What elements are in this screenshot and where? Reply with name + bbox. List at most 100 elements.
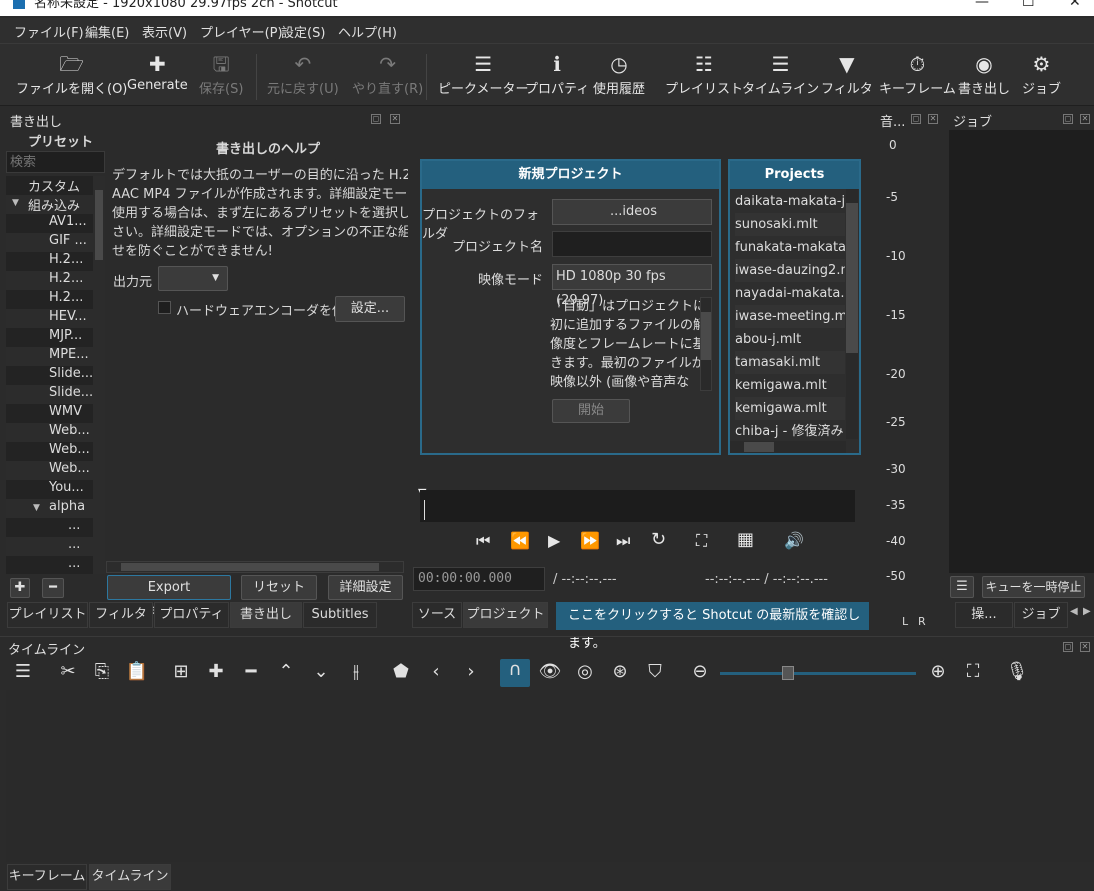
pause-queue-button[interactable]: キューを一時停止 — [982, 576, 1085, 598]
preset-item[interactable]: WMV — [6, 404, 94, 423]
project-item[interactable]: iwase-dauzing2.mlt — [735, 259, 845, 282]
tab-filter[interactable]: フィルタ — [89, 602, 153, 628]
help-hscrollbar[interactable] — [106, 561, 404, 573]
keyframe-button[interactable]: ⏱ キーフレーム — [879, 50, 956, 97]
projects-hscrollbar[interactable] — [730, 441, 846, 453]
maximize-button[interactable]: ☐ — [1022, 0, 1035, 9]
preset-item[interactable]: ... — [6, 537, 94, 556]
tab-actions[interactable]: 操... — [955, 602, 1013, 628]
next-marker-icon[interactable]: › — [458, 661, 484, 682]
export-button-toolbar[interactable]: ◉ 書き出し — [958, 50, 1010, 97]
project-item[interactable]: chiba-j - 修復済み — [735, 420, 845, 443]
split-icon[interactable]: ⫲ — [343, 661, 369, 682]
zoom-slider[interactable] — [720, 672, 916, 675]
output-from-select[interactable]: ▼ — [158, 266, 228, 291]
close-button[interactable]: ✕ — [1069, 0, 1081, 9]
timecode-input[interactable]: 00:00:00.000 — [413, 567, 545, 591]
scrub-icon[interactable]: 👁 — [537, 661, 563, 682]
preset-item[interactable]: Web... — [6, 461, 94, 480]
tab-keyframes[interactable]: キーフレーム — [7, 864, 87, 890]
float-icon[interactable]: ◻ — [371, 114, 381, 124]
zoom-out-icon[interactable]: ⊖ — [687, 661, 713, 682]
preset-item[interactable]: H.2... — [6, 252, 94, 271]
projects-vscrollbar[interactable] — [846, 189, 858, 439]
chevron-down-icon[interactable]: ▼ — [33, 503, 40, 513]
loop-icon[interactable]: ↻ — [651, 529, 666, 550]
jobs-button-toolbar[interactable]: ⚙ ジョブ — [1022, 50, 1061, 97]
rewind-icon[interactable]: ⏪ — [510, 531, 530, 550]
project-item[interactable]: kemigawa.mlt — [735, 374, 845, 397]
float-icon[interactable]: ◻ — [1063, 642, 1073, 652]
tab-jobs[interactable]: ジョブ — [1014, 602, 1068, 628]
zoom-slider-handle[interactable] — [782, 666, 794, 680]
project-item[interactable]: tamasaki.mlt — [735, 351, 845, 374]
menu-file[interactable]: ファイル(F) — [14, 22, 84, 41]
project-item[interactable]: daikata-makata-j.mlt — [735, 190, 845, 213]
project-item[interactable]: sunosaki.mlt — [735, 213, 845, 236]
float-icon[interactable]: ◻ — [911, 114, 921, 124]
encoder-settings-button[interactable]: 設定... — [335, 296, 405, 322]
preset-item[interactable]: H.2... — [6, 271, 94, 290]
preset-item[interactable]: AV1... — [6, 214, 94, 233]
previous-marker-icon[interactable]: ‹ — [423, 661, 449, 682]
jobs-menu-button[interactable]: ☰ — [950, 576, 974, 598]
append-icon[interactable]: ⊞ — [168, 661, 194, 682]
tab-properties[interactable]: プロパティ — [154, 602, 229, 628]
record-audio-icon[interactable]: 🎙 — [1004, 661, 1030, 682]
preset-item[interactable]: You... — [6, 480, 94, 499]
tab-scroll-right-icon[interactable]: ▶ — [1083, 606, 1091, 617]
close-icon[interactable]: ✕ — [1080, 642, 1090, 652]
preset-item[interactable]: MJP... — [6, 328, 94, 347]
preset-item[interactable]: GIF ... — [6, 233, 94, 252]
preset-custom[interactable]: カスタム — [6, 176, 94, 195]
menu-help[interactable]: ヘルプ(H) — [338, 22, 397, 41]
preset-alpha[interactable]: alpha — [6, 499, 94, 518]
redo-button[interactable]: ↷ やり直す(R) — [352, 50, 423, 97]
video-mode-select[interactable]: HD 1080p 30 fps (29.97) — [552, 264, 712, 308]
marker-icon[interactable]: ⬟ — [388, 661, 414, 682]
remove-icon[interactable]: ━ — [238, 661, 264, 682]
minimize-button[interactable]: — — [975, 0, 989, 9]
project-item[interactable]: abou-j.mlt — [735, 328, 845, 351]
preset-item[interactable]: HEV... — [6, 309, 94, 328]
paste-icon[interactable]: 📋 — [124, 661, 150, 682]
ripple-all-icon[interactable]: ⊛ — [607, 661, 633, 682]
zoom-fit-icon[interactable]: ⛶ — [696, 531, 707, 551]
open-file-button[interactable]: 🗁 ファイルを開く(O) — [16, 50, 127, 97]
hw-encoder-checkbox[interactable] — [158, 301, 171, 314]
float-icon[interactable]: ◻ — [1063, 114, 1073, 124]
remove-preset-button[interactable]: ━ — [42, 578, 64, 598]
menu-view[interactable]: 表示(V) — [142, 22, 187, 41]
save-button[interactable]: 🖫 保存(S) — [199, 50, 243, 97]
generate-button[interactable]: ✚ Generate — [127, 50, 188, 93]
close-icon[interactable]: ✕ — [928, 114, 938, 124]
project-name-input[interactable] — [552, 231, 712, 257]
properties-button[interactable]: ℹ プロパティ — [525, 50, 589, 97]
reset-button[interactable]: リセット — [241, 575, 317, 600]
tab-playlist[interactable]: プレイリスト — [7, 602, 88, 628]
start-button[interactable]: 開始 — [552, 399, 630, 423]
description-scrollbar[interactable] — [700, 297, 712, 391]
preset-item[interactable]: Slide... — [6, 366, 94, 385]
undo-button[interactable]: ↶ 元に戻す(U) — [267, 50, 339, 97]
copy-icon[interactable]: ⎘ — [89, 661, 115, 682]
grid-icon[interactable]: ▦ — [737, 529, 754, 550]
project-folder-button[interactable]: ...ideos — [552, 199, 712, 225]
ripple-markers-icon[interactable]: ⛉ — [642, 661, 668, 682]
skip-next-icon[interactable]: ⏭ — [616, 531, 630, 551]
cut-icon[interactable]: ✂ — [55, 661, 81, 682]
fast-forward-icon[interactable]: ⏩ — [580, 531, 600, 550]
preset-item[interactable]: Slide... — [6, 385, 94, 404]
playlist-button[interactable]: ☷ プレイリスト — [665, 50, 743, 97]
tab-scroll-left-icon[interactable]: ◀ — [1070, 606, 1078, 617]
snap-icon[interactable]: ∩ — [500, 659, 530, 687]
peak-meter-button[interactable]: ☰ ピークメーター — [438, 50, 528, 97]
tab-project[interactable]: プロジェクト — [463, 602, 548, 628]
add-preset-button[interactable]: ✚ — [10, 578, 30, 598]
preset-scrollbar[interactable] — [93, 176, 105, 574]
preset-item[interactable]: ... — [6, 518, 94, 537]
tab-subtitles[interactable]: Subtitles — [303, 602, 377, 628]
overwrite-icon[interactable]: ⌄ — [308, 661, 334, 682]
lift-icon[interactable]: ⌃ — [273, 661, 299, 682]
skip-previous-icon[interactable]: ⏮ — [476, 531, 490, 551]
